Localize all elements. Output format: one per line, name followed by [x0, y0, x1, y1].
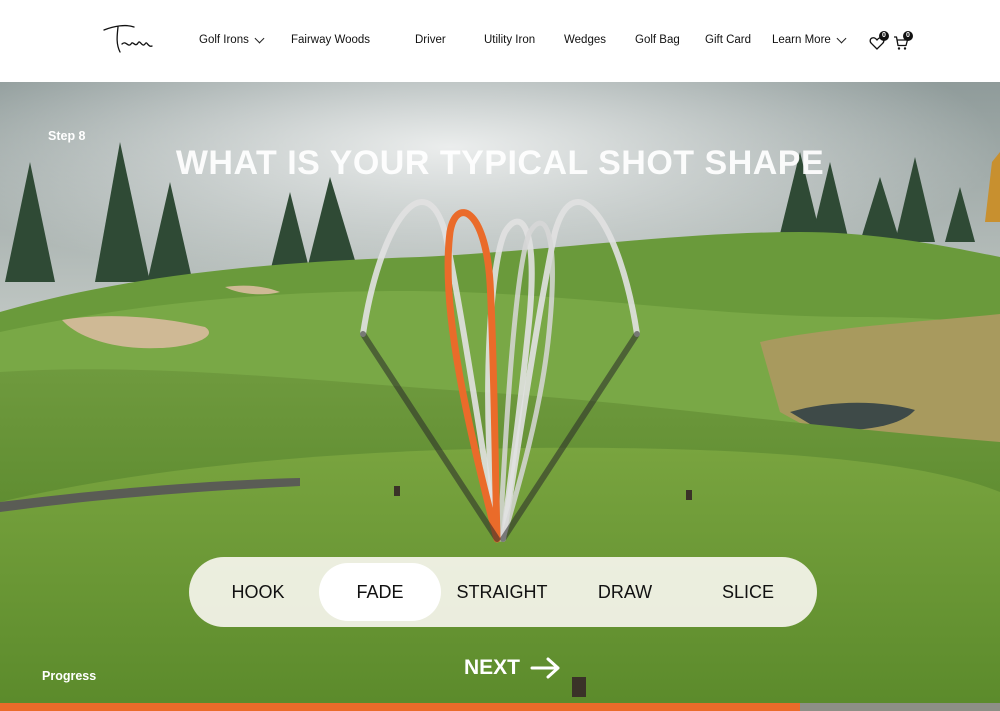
brand-logo[interactable] [100, 18, 156, 60]
nav-item-label: Golf Irons [199, 34, 249, 46]
nav-item-golf-irons[interactable]: Golf Irons [199, 33, 265, 46]
option-fade[interactable]: FADE [319, 563, 441, 621]
nav-item-label: Fairway Woods [291, 34, 371, 46]
cart-count-badge: 0 [903, 31, 913, 41]
nav-item-learn-more[interactable]: Learn More [772, 33, 847, 46]
nav-item-label: Driver [415, 34, 446, 46]
quiz-hero: Step 8 WHAT IS YOUR TYPICAL SHOT SHAPE H… [0, 82, 1000, 711]
hook-ground-shadow [360, 331, 500, 542]
progress-label: Progress [42, 669, 97, 683]
nav-item-label: Utility Iron [484, 34, 536, 46]
nav-item-golf-bag[interactable]: Golf Bag [635, 34, 680, 46]
next-button[interactable]: NEXT [464, 656, 562, 680]
wishlist-button[interactable]: 0 [869, 31, 889, 51]
nav-item-label: Gift Card [705, 34, 752, 46]
chevron-down-icon [254, 33, 265, 43]
option-hook[interactable]: HOOK [197, 563, 319, 621]
progress-bar-fill [0, 703, 800, 711]
hook-trajectory [360, 199, 500, 542]
progress-bar [0, 703, 1000, 711]
arrow-right-icon [530, 657, 560, 679]
option-straight[interactable]: STRAIGHT [441, 563, 563, 621]
nav-item-utility-iron[interactable]: Utility Iron [484, 34, 535, 46]
nav-item-label: Learn More [772, 34, 831, 46]
nav-item-driver[interactable]: Driver [415, 34, 446, 46]
nav-item-fairway-woods[interactable]: Fairway Woods [291, 34, 370, 46]
chevron-down-icon [836, 33, 847, 43]
option-draw[interactable]: DRAW [564, 563, 686, 621]
shot-shape-selector: HOOK FADE STRAIGHT DRAW SLICE [189, 557, 817, 627]
nav-item-gift-card[interactable]: Gift Card [705, 34, 751, 46]
next-label: NEXT [464, 656, 521, 679]
nav-item-label: Wedges [564, 34, 606, 46]
cart-button[interactable]: 0 [893, 31, 913, 51]
wishlist-count-badge: 0 [879, 31, 889, 41]
nav-item-wedges[interactable]: Wedges [564, 34, 606, 46]
nav-item-label: Golf Bag [635, 34, 680, 46]
site-header: Golf Irons Fairway Woods Driver Utility Iro… [0, 0, 1000, 82]
option-slice[interactable]: SLICE [687, 563, 809, 621]
